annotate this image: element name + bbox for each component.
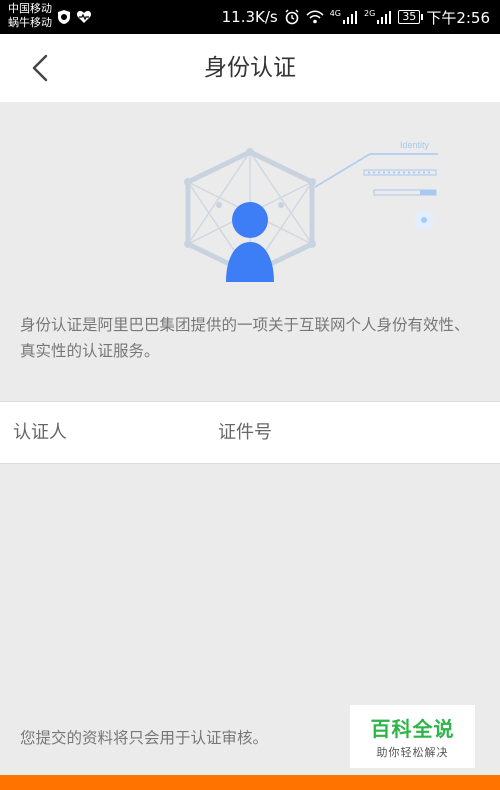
identity-illustration: Identity (184, 140, 438, 282)
person-head (232, 202, 268, 238)
watermark-main: 百科全说 (370, 717, 455, 741)
alarm-icon (285, 9, 299, 25)
wifi-icon (306, 10, 324, 24)
status-bar: 中国移动 蜗牛移动 11.3K/s 4G 2G 35 下午2:56 (0, 0, 500, 34)
carrier-2: 蜗牛移动 (8, 16, 52, 29)
network-type-1: 4G (329, 8, 342, 18)
network-type-2: 2G (364, 8, 376, 18)
shield-icon (58, 10, 70, 24)
battery-icon: 35 (398, 10, 424, 24)
footnote-text: 您提交的资料将只会用于认证审核。 (20, 729, 269, 747)
target-dot (421, 217, 427, 223)
column-header-id-number: 证件号 (218, 422, 272, 443)
description-text: 身份认证是阿里巴巴集团提供的一项关于互联网个人身份有效性、真实性的认证服务。 (20, 316, 470, 360)
nav-header: 身份认证 (0, 34, 500, 102)
heart-pulse-icon (76, 11, 92, 23)
signal-icon-2 (377, 11, 392, 24)
clock: 下午2:56 (426, 8, 490, 27)
carrier-names: 中国移动 蜗牛移动 (8, 2, 52, 30)
column-header-certifier: 认证人 (13, 422, 67, 443)
carrier-1: 中国移动 (8, 2, 52, 15)
status-right: 11.3K/s 4G 2G 35 下午2:56 (222, 7, 490, 27)
bottom-action-bar[interactable] (0, 775, 500, 790)
network-speed: 11.3K/s (221, 8, 278, 26)
signal-icon-1 (343, 11, 358, 24)
identity-caption: Identity (400, 140, 430, 150)
progress-bar-2-fill (420, 190, 436, 195)
progress-bar-1-ticks (368, 171, 430, 174)
watermark-sub: 助你轻松解决 (376, 746, 449, 759)
page-title: 身份认证 (204, 55, 296, 81)
table-header-row: 认证人 证件号 (0, 401, 500, 464)
watermark-logo: 百科全说 助你轻松解决 (350, 705, 475, 768)
